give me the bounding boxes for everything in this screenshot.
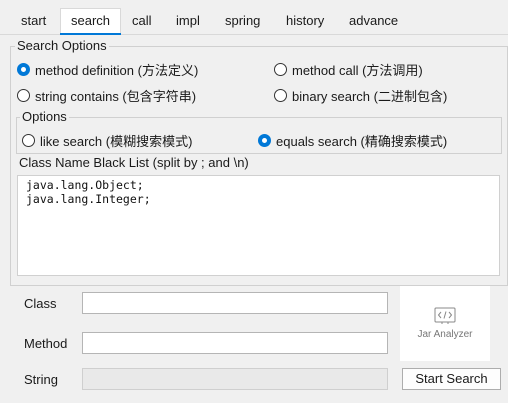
radio-unchecked-icon (274, 89, 287, 102)
class-label: Class (24, 296, 57, 311)
tab-impl[interactable]: impl (176, 0, 200, 34)
class-input[interactable] (82, 292, 388, 314)
radio-label: equals search (精确搜索模式) (276, 134, 448, 149)
options-title: Options (20, 109, 69, 124)
blacklist-textarea[interactable]: java.lang.Object; java.lang.Integer; (17, 175, 500, 276)
blacklist-label: Class Name Black List (split by ; and \n… (19, 155, 249, 170)
radio-like-search[interactable]: like search (模糊搜索模式) (22, 131, 192, 150)
radio-method-call[interactable]: method call (方法调用) (274, 60, 423, 79)
radio-binary-search[interactable]: binary search (二进制包含) (274, 86, 447, 105)
logo-text: Jar Analyzer (417, 329, 473, 340)
radio-unchecked-icon (22, 134, 35, 147)
tabs: start search call impl spring history ad… (0, 0, 508, 35)
search-options-title: Search Options (15, 38, 109, 53)
radio-checked-icon (258, 134, 271, 147)
radio-method-definition[interactable]: method definition (方法定义) (17, 60, 198, 79)
tab-spring[interactable]: spring (225, 0, 260, 34)
tab-search[interactable]: search (59, 0, 122, 35)
radio-unchecked-icon (274, 63, 287, 76)
radio-string-contains[interactable]: string contains (包含字符串) (17, 86, 196, 105)
method-input[interactable] (82, 332, 388, 354)
radio-label: method definition (方法定义) (35, 63, 199, 78)
tab-call[interactable]: call (132, 0, 152, 34)
radio-equals-search[interactable]: equals search (精确搜索模式) (258, 131, 447, 150)
radio-checked-icon (17, 63, 30, 76)
start-search-button[interactable]: Start Search (402, 368, 501, 390)
radio-label: method call (方法调用) (292, 63, 423, 78)
tab-history[interactable]: history (286, 0, 324, 34)
radio-label: string contains (包含字符串) (35, 89, 197, 104)
string-label: String (24, 372, 58, 387)
method-label: Method (24, 336, 68, 351)
tab-advance[interactable]: advance (349, 0, 398, 34)
string-input[interactable] (82, 368, 388, 390)
tab-start[interactable]: start (21, 0, 46, 34)
radio-label: like search (模糊搜索模式) (40, 134, 193, 149)
jar-analyzer-logo: Jar Analyzer (400, 286, 490, 361)
radio-unchecked-icon (17, 89, 30, 102)
code-icon (434, 307, 456, 324)
radio-label: binary search (二进制包含) (292, 89, 448, 104)
